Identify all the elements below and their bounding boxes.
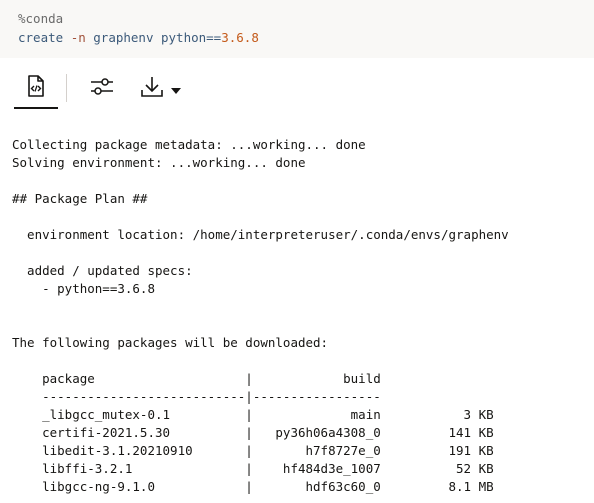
cell-output: Collecting package metadata: ...working.… — [12, 136, 509, 496]
file-code-icon — [25, 74, 47, 102]
output-line: libedit-3.1.20210910 | h7f8727e_0 191 KB — [12, 443, 494, 458]
settings-button[interactable] — [84, 72, 120, 106]
output-line: package | build — [12, 371, 381, 386]
code-token-version: 3.6.8 — [221, 30, 259, 45]
download-icon — [140, 75, 166, 103]
output-line: Collecting package metadata: ...working.… — [12, 137, 366, 152]
output-line: ---------------------------|------------… — [12, 389, 381, 404]
output-line: added / updated specs: — [12, 263, 193, 278]
output-line: ## Package Plan ## — [12, 191, 148, 206]
download-button[interactable] — [132, 72, 190, 106]
toolbar-divider — [66, 74, 67, 102]
output-line: - python==3.6.8 — [12, 281, 155, 296]
output-line: certifi-2021.5.30 | py36h06a4308_0 141 K… — [12, 425, 494, 440]
sliders-icon — [89, 76, 115, 102]
code-token-flag: -n — [70, 30, 86, 45]
code-token-args: graphenv python== — [85, 30, 222, 45]
code-cell[interactable]: %conda create -n graphenv python==3.6.8 — [0, 0, 594, 58]
output-toolbar — [0, 70, 594, 110]
output-line: The following packages will be downloade… — [12, 335, 329, 350]
code-line-command: create -n graphenv python==3.6.8 — [18, 30, 259, 46]
output-line: _libgcc_mutex-0.1 | main 3 KB — [12, 407, 494, 422]
code-line-magic: %conda — [18, 11, 64, 26]
output-line: Solving environment: ...working... done — [12, 155, 306, 170]
output-line: libgcc-ng-9.1.0 | hdf63c60_0 8.1 MB — [12, 479, 494, 494]
code-view-button[interactable] — [14, 70, 58, 106]
chevron-down-icon — [170, 80, 182, 99]
output-line: libffi-3.2.1 | hf484d3e_1007 52 KB — [12, 461, 494, 476]
code-token-cmd: create — [18, 30, 71, 45]
active-tab-indicator — [14, 107, 58, 109]
output-line: environment location: /home/interpreteru… — [12, 227, 509, 242]
